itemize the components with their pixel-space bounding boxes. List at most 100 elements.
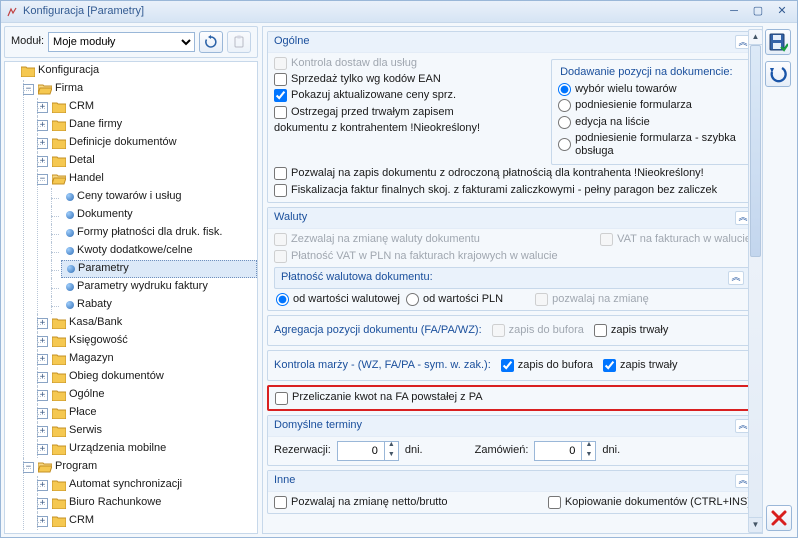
maximize-button[interactable]: ▢: [747, 4, 769, 20]
chk-kopiowanie[interactable]: Kopiowanie dokumentów (CTRL+INS): [548, 496, 751, 509]
tree-detal[interactable]: +Detal: [47, 152, 257, 170]
titlebar: Konfiguracja [Parametry] ─ ▢ ✕: [1, 1, 797, 23]
rad-podniesienie[interactable]: podniesienie formularza: [558, 99, 744, 112]
chk-netto-brutto[interactable]: Pozwalaj na zmianę netto/brutto: [274, 496, 448, 509]
chk-fiskalizacja[interactable]: Fiskalizacja faktur finalnych skoj. z fa…: [274, 184, 717, 197]
tree-rabaty[interactable]: Rabaty: [61, 296, 257, 314]
chk-km-bufor[interactable]: zapis do bufora: [501, 359, 593, 372]
tree-automat[interactable]: +Automat synchronizacji: [47, 476, 257, 494]
leaf-icon: [66, 229, 74, 237]
rad-wybor-wielu[interactable]: wybór wielu towarów: [558, 83, 744, 96]
tree-formy[interactable]: Formy płatności dla druk. fisk.: [61, 224, 257, 242]
folder-icon: [52, 425, 66, 437]
tree-panel: Konfiguracja − Firma +CRM: [4, 61, 258, 534]
tree-root[interactable]: Konfiguracja: [19, 62, 257, 80]
close-button[interactable]: ✕: [771, 4, 793, 20]
folder-icon: [52, 407, 66, 419]
chk-platnosc-vat-pln[interactable]: Płatność VAT w PLN na fakturach krajowyc…: [274, 250, 558, 263]
tree-biuro[interactable]: +Biuro Rachunkowe: [47, 494, 257, 512]
subhead-platnosc-walutowa: Płatność walutowa dokumentu: ︽: [274, 267, 751, 289]
tree-firma[interactable]: − Firma: [33, 80, 257, 98]
spin-up-icon[interactable]: ▲: [581, 441, 595, 451]
input-rezerwacji[interactable]: [338, 442, 384, 460]
spin-down-icon[interactable]: ▼: [384, 451, 398, 461]
input-zamowien[interactable]: [535, 442, 581, 460]
group-header-ogolne: Ogólne ︽: [268, 32, 757, 53]
tree-serwis[interactable]: +Serwis: [47, 422, 257, 440]
label-rezerwacji: Rezerwacji:: [274, 444, 331, 457]
tree-kwoty[interactable]: Kwoty dodatkowe/celne: [61, 242, 257, 260]
save-button[interactable]: [765, 29, 791, 55]
folder-icon: [52, 443, 66, 455]
tree-dokumenty[interactable]: Dokumenty: [61, 206, 257, 224]
rad-pln[interactable]: od wartości PLN: [406, 293, 503, 306]
tree-kasa[interactable]: +Kasa/Bank: [47, 314, 257, 332]
tree-crm[interactable]: +CRM: [47, 98, 257, 116]
scroll-up-button[interactable]: ▲: [749, 30, 762, 45]
folder-icon: [52, 479, 66, 491]
scroll-thumb[interactable]: [750, 45, 761, 257]
tree-ceny[interactable]: Ceny towarów i usług: [61, 188, 257, 206]
left-column: Moduł: Moje moduły Konfiguracja: [4, 26, 258, 534]
chk-km-trwaly[interactable]: zapis trwały: [603, 359, 677, 372]
tree-ogolne[interactable]: +Ogólne: [47, 386, 257, 404]
cancel-button[interactable]: [766, 505, 792, 531]
rad-edycja[interactable]: edycja na liście: [558, 116, 744, 129]
note-ostrzegaj: dokumentu z kontrahentem !Nieokreślony!: [274, 122, 541, 135]
collapse-button[interactable]: ︽: [728, 271, 744, 285]
group-waluty: Waluty ︽ Zezwalaj na zmianę waluty dokum…: [267, 207, 758, 312]
chk-przeliczanie[interactable]: Przeliczanie kwot na FA powstałej z PA: [275, 391, 750, 404]
tree-urzadzenia[interactable]: +Urządzenia mobilne: [47, 440, 257, 458]
folder-open-icon: [52, 173, 66, 185]
tree-program[interactable]: −Program: [33, 458, 257, 476]
folder-icon: [52, 137, 66, 149]
minimize-button[interactable]: ─: [723, 4, 745, 20]
refresh-button[interactable]: [199, 31, 223, 53]
chk-ostrzegaj-zapis[interactable]: Ostrzegaj przed trwałym zapisem: [274, 106, 541, 119]
vertical-scrollbar[interactable]: ▲ ▼: [748, 29, 763, 533]
chk-agr-trwaly[interactable]: zapis trwały: [594, 324, 668, 337]
chk-odroczona[interactable]: Pozwalaj na zapis dokumentu z odroczoną …: [274, 167, 704, 180]
tree-ksiegowosc[interactable]: +Księgowość: [47, 332, 257, 350]
tree-parametry[interactable]: Parametry: [61, 260, 257, 278]
chk-pokazuj-ceny[interactable]: Pokazuj aktualizowane ceny sprz.: [274, 89, 541, 102]
group-terminy: Domyślne terminy ︽ Rezerwacji: ▲▼ dni. Z…: [267, 415, 758, 466]
folder-icon: [52, 119, 66, 131]
module-label: Moduł:: [11, 35, 44, 48]
expander-icon[interactable]: −: [23, 84, 34, 95]
scroll-down-button[interactable]: ▼: [749, 517, 762, 532]
chk-zezwalaj-waluta[interactable]: Zezwalaj na zmianę waluty dokumentu: [274, 233, 480, 246]
folder-icon: [52, 335, 66, 347]
tree-magazyn[interactable]: +Magazyn: [47, 350, 257, 368]
folder-icon: [52, 317, 66, 329]
body: Moduł: Moje moduły Konfiguracja: [1, 23, 797, 537]
tree-param-wydruku[interactable]: Parametry wydruku faktury: [61, 278, 257, 296]
folder-icon: [52, 389, 66, 401]
scroll-track[interactable]: [749, 45, 762, 517]
undo-button[interactable]: [765, 61, 791, 87]
tree-prog-crm[interactable]: +CRM: [47, 512, 257, 530]
chk-pozwalaj-zmiane[interactable]: pozwalaj na zmianę: [535, 293, 649, 306]
spin-rezerwacji[interactable]: ▲▼: [337, 441, 399, 461]
chk-vat-waluta[interactable]: VAT na fakturach w walucie: [600, 233, 751, 246]
tree-obieg[interactable]: +Obieg dokumentów: [47, 368, 257, 386]
tree-handel[interactable]: −Handel: [47, 170, 257, 188]
spin-zamowien[interactable]: ▲▼: [534, 441, 596, 461]
spin-down-icon[interactable]: ▼: [581, 451, 595, 461]
rad-walutowej[interactable]: od wartości walutowej: [276, 293, 400, 306]
spin-up-icon[interactable]: ▲: [384, 441, 398, 451]
chk-kontrola-dostaw[interactable]: Kontrola dostaw dla usług: [274, 57, 541, 70]
chk-sprzedaz-ean[interactable]: Sprzedaż tylko wg kodów EAN: [274, 73, 541, 86]
folder-icon: [52, 371, 66, 383]
label-zamowien: Zamówień:: [475, 444, 529, 457]
clipboard-button[interactable]: [227, 31, 251, 53]
rad-szybka[interactable]: podniesienie formularza - szybka obsługa: [558, 132, 744, 158]
tree-dane-firmy[interactable]: +Dane firmy: [47, 116, 257, 134]
tree-place[interactable]: +Płace: [47, 404, 257, 422]
group-header-terminy: Domyślne terminy ︽: [268, 416, 757, 437]
frame-dodawanie: Dodawanie pozycji na dokumencie: wybór w…: [551, 59, 751, 165]
module-select[interactable]: Moje moduły: [48, 32, 195, 52]
folder-icon: [52, 353, 66, 365]
chk-agr-bufor[interactable]: zapis do bufora: [492, 324, 584, 337]
tree-def-dok[interactable]: +Definicje dokumentów: [47, 134, 257, 152]
